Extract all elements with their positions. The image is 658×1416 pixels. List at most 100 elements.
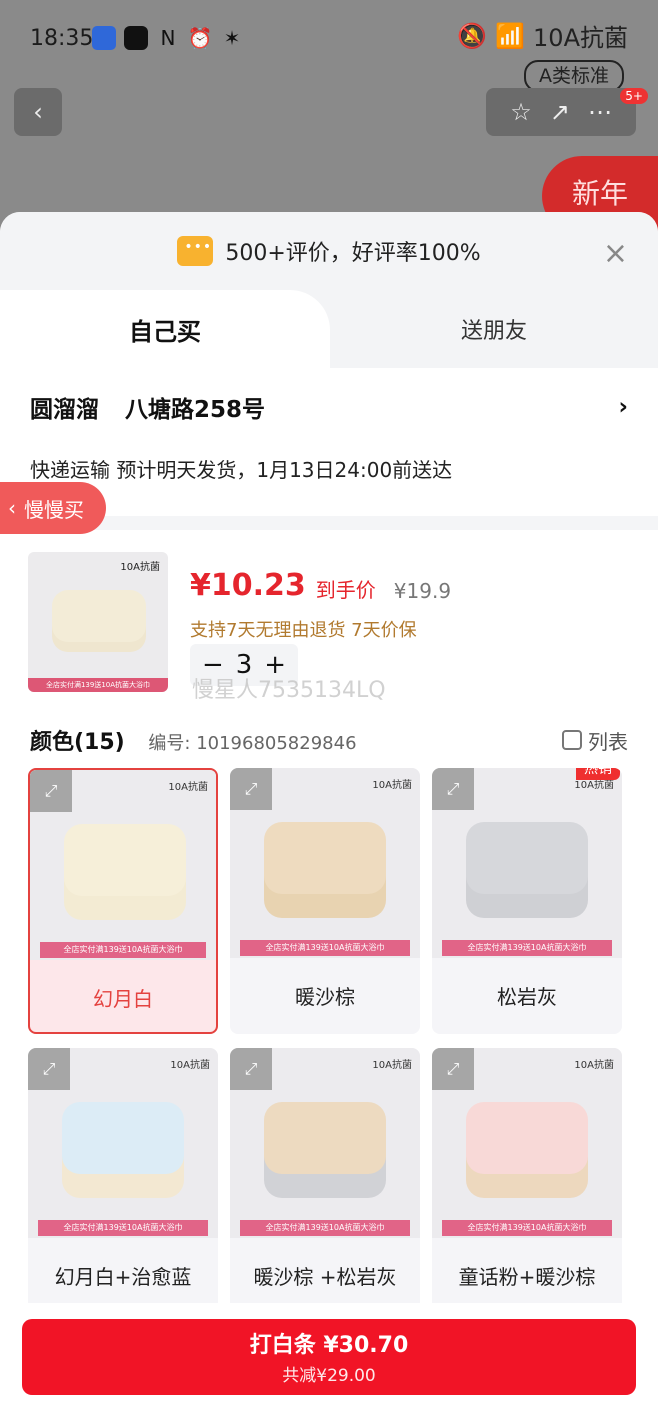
color-image-3: ⤢ 10A抗菌 全店实付满139送10A抗菌大浴巾（80*150cm） (432, 768, 622, 958)
expand-icon[interactable]: ⤢ (230, 1048, 272, 1090)
towel-image (52, 590, 146, 642)
share-icon[interactable]: ↗ (550, 98, 570, 126)
towel-front (264, 1102, 386, 1174)
towel-front (466, 822, 588, 894)
card-banner: 全店实付满139送10A抗菌大浴巾（80*150cm） (40, 942, 206, 958)
color-header: 颜色(15) 编号: 10196805829846 列表 (0, 712, 658, 768)
hot-badge: 热销 (576, 768, 620, 780)
wifi-icon: 📶 (495, 21, 526, 50)
chevron-right-icon: › (618, 394, 628, 420)
favorite-icon[interactable]: ☆ (510, 98, 532, 126)
color-card-6[interactable]: ⤢ 10A抗菌 全店实付满139送10A抗菌大浴巾（80*150cm） 童话粉+… (432, 1048, 622, 1314)
card-banner: 全店实付满139送10A抗菌大浴巾（80*150cm） (240, 1220, 410, 1236)
purchase-sheet: 500+评价，好评率100% × 自己买 送朋友 圆溜溜 八塘路258号 › 快… (0, 212, 658, 1416)
color-image-6: ⤢ 10A抗菌 全店实付满139送10A抗菌大浴巾（80*150cm） (432, 1048, 622, 1238)
color-label-6: 童话粉+暖沙棕 (458, 1264, 596, 1289)
card-tag: 10A抗菌 (574, 1060, 614, 1071)
card-banner: 全店实付满139送10A抗菌大浴巾（80*150cm） (38, 1220, 208, 1236)
recipient-name: 圆溜溜 (30, 397, 99, 423)
color-title: 颜色(15) 编号: 10196805829846 (30, 724, 357, 756)
card-banner: 全店实付满139送10A抗菌大浴巾（80*150cm） (240, 940, 410, 956)
tab-self-buy[interactable]: 自己买 (0, 290, 330, 368)
purchase-tabs: 自己买 送朋友 (0, 290, 658, 368)
color-label-4: 幻月白+治愈蓝 (54, 1264, 192, 1289)
buy-main-label: 打白条 ¥30.70 (249, 1333, 409, 1358)
close-icon[interactable]: × (603, 236, 628, 271)
more-icon[interactable]: ⋯ (588, 98, 612, 126)
color-label-1: 幻月白 (93, 986, 153, 1011)
slow-buy-label: 慢慢买 (24, 497, 84, 522)
expand-icon[interactable]: ⤢ (230, 768, 272, 810)
list-label: 列表 (588, 729, 628, 754)
signal-text: 10A抗菌 (533, 24, 628, 52)
color-card-4[interactable]: ⤢ 10A抗菌 全店实付满139送10A抗菌大浴巾（80*150cm） 幻月白+… (28, 1048, 218, 1314)
towel-front (62, 1102, 184, 1174)
buy-saving-label: 共减¥29.00 (282, 1366, 376, 1386)
thumbnail-tag: 10A抗菌 (120, 562, 160, 573)
price-label: 到手价 (315, 578, 376, 602)
color-image-4: ⤢ 10A抗菌 全店实付满139送10A抗菌大浴巾（80*150cm） (28, 1048, 218, 1238)
chevron-left-icon: ‹ (8, 496, 16, 520)
card-banner: 全店实付满139送10A抗菌大浴巾（80*150cm） (442, 1220, 612, 1236)
card-banner: 全店实付满139送10A抗菌大浴巾（80*150cm） (442, 940, 612, 956)
product-summary: 10A抗菌 全店实付满139送10A抗菌大浴巾（80*150cm） ¥10.23… (0, 530, 658, 710)
mute-icon: 🔕 (457, 21, 488, 50)
expand-icon[interactable]: ⤢ (28, 1048, 70, 1090)
street-address: 八塘路258号 (125, 397, 266, 423)
color-card-1[interactable]: ⤢ 10A抗菌 全店实付满139送10A抗菌大浴巾（80*150cm） 幻月白 (28, 768, 218, 1034)
expand-icon[interactable]: ⤢ (432, 1048, 474, 1090)
shipping-info: 快递运输 预计明天发货，1月13日24:00前送达 (30, 458, 453, 482)
color-image-5: ⤢ 10A抗菌 全店实付满139送10A抗菌大浴巾（80*150cm） (230, 1048, 420, 1238)
slow-buy-tab[interactable]: ‹ 慢慢买 (0, 482, 106, 534)
card-tag: 10A抗菌 (168, 782, 208, 793)
price-row: ¥10.23 到手价 ¥19.9 (190, 568, 451, 603)
rating-text: 500+评价，好评率100% (225, 241, 481, 266)
tab-gift-friend[interactable]: 送朋友 (330, 290, 658, 368)
bottom-bar: 打白条 ¥30.70 共减¥29.00 (0, 1303, 658, 1416)
color-image-2: ⤢ 10A抗菌 全店实付满139送10A抗菌大浴巾（80*150cm） (230, 768, 420, 958)
towel-front (64, 824, 186, 896)
color-card-2[interactable]: ⤢ 10A抗菌 全店实付满139送10A抗菌大浴巾（80*150cm） 暖沙棕 (230, 768, 420, 1034)
buy-button[interactable]: 打白条 ¥30.70 共减¥29.00 (22, 1319, 636, 1395)
color-count: 颜色(15) (30, 730, 125, 755)
watermark-text: 慢星人7535134LQ (192, 678, 386, 703)
current-price: ¥10.23 (190, 568, 306, 603)
color-label-3: 松岩灰 (497, 984, 557, 1009)
bluetooth-icon: ✶ (223, 26, 241, 50)
original-price: ¥19.9 (393, 579, 452, 603)
color-label-5: 暖沙棕 +松岩灰 (253, 1264, 397, 1289)
card-tag: 10A抗菌 (170, 1060, 210, 1071)
list-toggle[interactable]: 列表 (562, 726, 628, 755)
weather-app-icon (92, 26, 116, 50)
address-content: 圆溜溜 八塘路258号 (30, 390, 265, 424)
qq-icon (124, 26, 148, 50)
address-line: 圆溜溜 八塘路258号 › (30, 390, 628, 424)
back-button[interactable]: ‹ (14, 88, 62, 136)
product-thumbnail[interactable]: 10A抗菌 全店实付满139送10A抗菌大浴巾（80*150cm） (28, 552, 168, 692)
status-app-icons: N ⏰ ✶ (92, 26, 244, 50)
status-bar: 18:35 N ⏰ ✶ 🔕 📶 10A抗菌 A类标准 (0, 0, 658, 92)
expand-icon[interactable]: ⤢ (30, 770, 72, 812)
alarm-icon: ⏰ (187, 26, 213, 50)
rating-bar: 500+评价，好评率100% × (0, 212, 658, 290)
card-tag: 10A抗菌 (372, 780, 412, 791)
card-tag: 10A抗菌 (372, 1060, 412, 1071)
towel-front (264, 822, 386, 894)
towel-front (466, 1102, 588, 1174)
color-card-3[interactable]: 热销 ⤢ 10A抗菌 全店实付满139送10A抗菌大浴巾（80*150cm） 松… (432, 768, 622, 1034)
address-section[interactable]: 圆溜溜 八塘路258号 › 快递运输 预计明天发货，1月13日24:00前送达 (0, 368, 658, 498)
color-card-5[interactable]: ⤢ 10A抗菌 全店实付满139送10A抗菌大浴巾（80*150cm） 暖沙棕 … (230, 1048, 420, 1314)
product-code: 编号: 10196805829846 (148, 733, 357, 754)
chat-icon (177, 236, 214, 266)
status-time: 18:35 (30, 26, 94, 51)
top-actions: ☆ ↗ ⋯ (486, 88, 636, 136)
expand-icon[interactable]: ⤢ (432, 768, 474, 810)
status-right-icons: 🔕 📶 10A抗菌 (457, 18, 628, 53)
thumbnail-banner: 全店实付满139送10A抗菌大浴巾（80*150cm） (28, 678, 168, 692)
notification-badge: 5+ (620, 88, 648, 104)
list-icon (562, 730, 582, 750)
color-grid: ⤢ 10A抗菌 全店实付满139送10A抗菌大浴巾（80*150cm） 幻月白 … (28, 768, 630, 1314)
nfc-icon: N (160, 26, 176, 50)
color-label-2: 暖沙棕 (295, 984, 355, 1009)
color-image-1: ⤢ 10A抗菌 全店实付满139送10A抗菌大浴巾（80*150cm） (30, 770, 216, 960)
